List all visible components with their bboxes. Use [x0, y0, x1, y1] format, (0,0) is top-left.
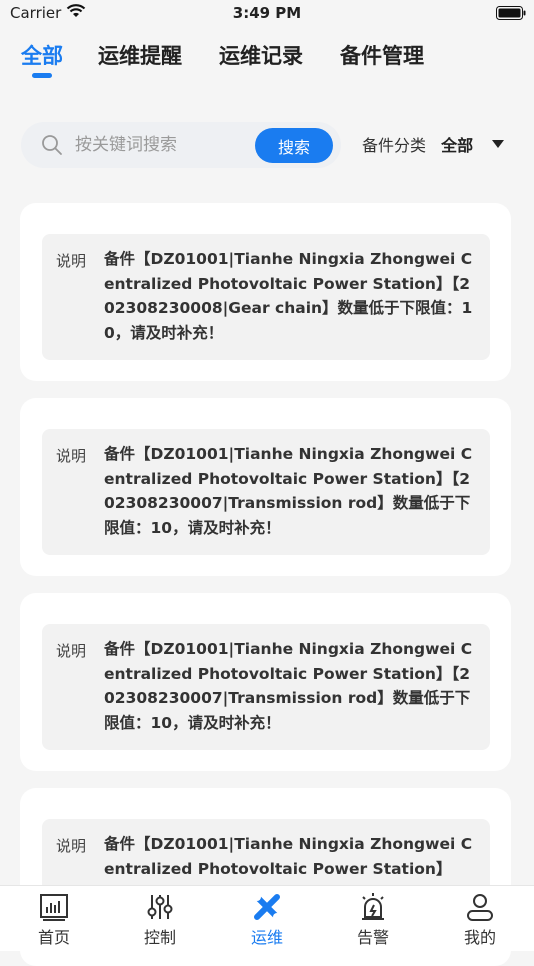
nav-label: 控制 [143, 928, 176, 947]
card-content: 说明 备件【DZ01001|Tianhe Ningxia Zhongwei Ce… [42, 234, 490, 360]
filter-label: 备件分类 [362, 136, 427, 155]
wrench-icon [253, 893, 281, 921]
tab-label: 全部 [21, 44, 63, 68]
status-bar: Carrier 3:49 PM [0, 0, 534, 28]
filter-value: 全部 [441, 136, 474, 155]
card-content: 说明 备件【DZ01001|Tianhe Ningxia Zhongwei Ce… [42, 624, 490, 750]
search-input[interactable] [75, 122, 265, 168]
nav-maintenance[interactable]: 运维 [227, 886, 307, 951]
nav-alarm[interactable]: 告警 [333, 886, 413, 951]
active-tab-indicator [32, 73, 52, 78]
home-chart-icon [40, 894, 68, 921]
card-label: 说明 [56, 447, 87, 465]
top-tabs: 全部 运维提醒 运维记录 备件管理 [0, 38, 534, 82]
tab-maintenance-reminders[interactable]: 运维提醒 [98, 38, 182, 78]
bottom-nav: 首页 控制 运维 告警 我的 [0, 885, 534, 951]
sliders-icon [147, 895, 173, 919]
user-icon [467, 894, 493, 921]
card-message: 备件【DZ01001|Tianhe Ningxia Zhongwei Centr… [104, 640, 473, 732]
nav-profile[interactable]: 我的 [440, 886, 520, 951]
card-label: 说明 [56, 252, 87, 270]
tab-spare-parts[interactable]: 备件管理 [340, 38, 424, 78]
battery-icon [496, 6, 526, 20]
tab-label: 运维记录 [219, 44, 303, 68]
nav-label: 首页 [37, 928, 70, 947]
list-item[interactable]: 说明 备件【DZ01001|Tianhe Ningxia Zhongwei Ce… [20, 398, 511, 576]
card-message: 备件【DZ01001|Tianhe Ningxia Zhongwei Centr… [104, 250, 473, 342]
nav-control[interactable]: 控制 [120, 886, 200, 951]
category-filter[interactable]: 备件分类 全部 [362, 132, 505, 158]
card-content: 说明 备件【DZ01001|Tianhe Ningxia Zhongwei Ce… [42, 429, 490, 555]
nav-home[interactable]: 首页 [14, 886, 94, 951]
card-label: 说明 [56, 837, 87, 855]
list-item[interactable]: 说明 备件【DZ01001|Tianhe Ningxia Zhongwei Ce… [20, 203, 511, 381]
tab-label: 运维提醒 [98, 44, 182, 68]
card-message: 备件【DZ01001|Tianhe Ningxia Zhongwei Centr… [104, 835, 473, 878]
list-item[interactable]: 说明 备件【DZ01001|Tianhe Ningxia Zhongwei Ce… [20, 593, 511, 771]
clock: 3:49 PM [232, 4, 302, 22]
card-label: 说明 [56, 642, 87, 660]
tab-label: 备件管理 [340, 44, 424, 68]
search-button[interactable]: 搜索 [255, 128, 333, 163]
tab-maintenance-records[interactable]: 运维记录 [219, 38, 303, 78]
nav-label: 告警 [356, 928, 389, 947]
nav-label: 运维 [250, 928, 283, 947]
dropdown-arrow-icon [492, 140, 505, 148]
search-icon [42, 135, 62, 155]
tab-all[interactable]: 全部 [21, 38, 63, 78]
nav-label: 我的 [463, 928, 496, 947]
alarm-icon [362, 893, 384, 920]
card-message: 备件【DZ01001|Tianhe Ningxia Zhongwei Centr… [104, 445, 473, 537]
